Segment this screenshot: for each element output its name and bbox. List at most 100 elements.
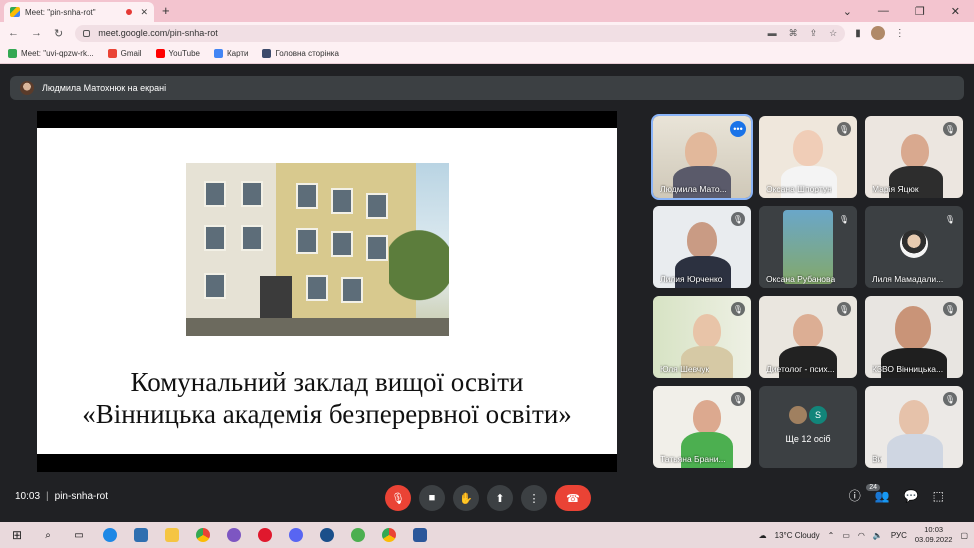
- camera-icon: ■: [428, 492, 436, 504]
- wifi-icon[interactable]: ◠: [858, 531, 865, 540]
- url-bar[interactable]: meet.google.com/pin-snha-rot ▬ ⌘ ⇪ ☆: [75, 24, 846, 42]
- bookmark-meet[interactable]: Meet: "uvi-qpzw-rk...: [8, 49, 94, 58]
- start-button[interactable]: ⊞: [8, 526, 26, 544]
- forward-icon[interactable]: →: [31, 27, 42, 39]
- mic-off-icon: 🎙: [391, 492, 405, 505]
- presenter-banner: Людмила Матохнюк на екрані: [10, 76, 964, 100]
- mic-off-icon: 🎙: [943, 212, 957, 226]
- mic-off-icon: 🎙: [943, 392, 957, 406]
- restore-button[interactable]: ❐: [915, 5, 925, 18]
- people-count-badge: 24: [866, 484, 880, 491]
- participant-name: Оксана Рубанова: [766, 274, 836, 284]
- translate-icon[interactable]: ⌘: [789, 28, 798, 39]
- bookmark-star-icon[interactable]: ☆: [829, 28, 837, 39]
- presenter-label: Людмила Матохнюк на екрані: [42, 83, 167, 93]
- bookmark-label: Карти: [226, 49, 249, 58]
- participant-tile[interactable]: ••• Людмила Мато...: [651, 114, 753, 200]
- chrome-active-icon[interactable]: [380, 526, 398, 544]
- language-indicator[interactable]: РУС: [891, 531, 907, 540]
- search-icon[interactable]: ⌕: [39, 526, 57, 544]
- camera-icon[interactable]: ▬: [768, 28, 777, 39]
- chat-icon[interactable]: 💬: [904, 489, 919, 503]
- folder-icon[interactable]: [163, 526, 181, 544]
- edge-icon[interactable]: [101, 526, 119, 544]
- participant-name: Лилия Юрченко: [660, 274, 723, 284]
- hand-icon: ✋: [459, 492, 473, 505]
- meeting-code: pin-snha-rot: [54, 491, 108, 502]
- present-button[interactable]: ⬆: [487, 485, 513, 511]
- info-icon[interactable]: ⓘ: [849, 487, 861, 504]
- notifications-icon[interactable]: ▢: [960, 531, 968, 540]
- close-window-button[interactable]: ✕: [951, 5, 960, 18]
- tab-strip: Meet: "pin-snha-rot" ✕ + ⌄ — ❐ ✕: [0, 0, 974, 22]
- presentation-stage[interactable]: Комунальний заклад вищої освіти «Вінниць…: [37, 111, 617, 472]
- volume-icon[interactable]: 🔈: [873, 531, 883, 540]
- bookmark-gmail[interactable]: Gmail: [107, 49, 142, 58]
- sidebar-icon[interactable]: ▮: [855, 28, 861, 39]
- participant-tile[interactable]: 🎙 Диетолог - псих...: [759, 296, 857, 378]
- mic-toggle-button[interactable]: 🎙: [385, 485, 411, 511]
- mic-off-icon: 🎙: [837, 122, 851, 136]
- participant-name: Людмила Мато...: [660, 184, 727, 194]
- weather-text[interactable]: 13°C Cloudy: [775, 531, 820, 540]
- new-tab-button[interactable]: +: [162, 3, 170, 18]
- discord-icon[interactable]: [287, 526, 305, 544]
- participant-name: Диетолог - псих...: [766, 364, 835, 374]
- leave-call-button[interactable]: ☎: [555, 485, 591, 511]
- participant-grid: ••• Людмила Мато... 🎙 Оксана Шпортун 🎙 М…: [651, 114, 965, 468]
- bookmark-maps[interactable]: Карти: [213, 49, 249, 58]
- more-options-icon[interactable]: •••: [730, 121, 746, 137]
- chrome-icon[interactable]: [194, 526, 212, 544]
- torrent-icon[interactable]: [349, 526, 367, 544]
- self-tile[interactable]: 🎙 Ви: [865, 386, 963, 468]
- bookmarks-bar: Meet: "uvi-qpzw-rk... Gmail YouTube Карт…: [0, 44, 974, 64]
- taskbar: ⊞ ⌕ ▭ ☁ 13°C Cloudy ⌃ ▭ ◠ 🔈 РУС 10:03 03…: [0, 522, 974, 548]
- more-participants-tile[interactable]: S Ще 12 осіб: [759, 386, 857, 468]
- url-text[interactable]: meet.google.com/pin-snha-rot: [98, 28, 218, 38]
- hang-up-icon: ☎: [566, 492, 580, 505]
- activities-icon[interactable]: ⬚: [933, 489, 944, 503]
- raise-hand-button[interactable]: ✋: [453, 485, 479, 511]
- menu-icon[interactable]: ⋮: [895, 28, 905, 39]
- mic-off-icon: 🎙: [837, 212, 851, 226]
- ccleaner-icon[interactable]: [318, 526, 336, 544]
- battery-icon[interactable]: ▭: [842, 531, 850, 540]
- address-toolbar: ← → ↻ meet.google.com/pin-snha-rot ▬ ⌘ ⇪…: [0, 22, 974, 44]
- chevron-up-icon[interactable]: ⌃: [828, 531, 835, 540]
- clock[interactable]: 10:03 03.09.2022: [915, 525, 953, 545]
- clock-date: 03.09.2022: [914, 535, 953, 544]
- participant-tile[interactable]: 🎙 Лилия Юрченко: [653, 206, 751, 288]
- participant-tile[interactable]: 🎙 Оксана Шпортун: [759, 116, 857, 198]
- mic-off-icon: 🎙: [731, 302, 745, 316]
- tab-search-icon[interactable]: ⌄: [843, 5, 852, 18]
- bookmark-home[interactable]: Головна сторінка: [262, 49, 339, 58]
- participant-tile[interactable]: 🎙 КЗВО Вінницька...: [865, 296, 963, 378]
- participant-tile[interactable]: 🎙 Татьяна Брани...: [653, 386, 751, 468]
- profile-avatar[interactable]: [870, 26, 885, 40]
- share-icon[interactable]: ⇪: [810, 28, 818, 39]
- back-icon[interactable]: ←: [8, 27, 19, 39]
- opera-icon[interactable]: [256, 526, 274, 544]
- participant-tile[interactable]: 🎙 Юля Шевчук: [653, 296, 751, 378]
- participant-tile[interactable]: 🎙 Марія Яцюк: [865, 116, 963, 198]
- gmail-icon: [107, 49, 117, 58]
- explorer-icon[interactable]: [132, 526, 150, 544]
- browser-tab[interactable]: Meet: "pin-snha-rot" ✕: [4, 2, 154, 22]
- bookmark-youtube[interactable]: YouTube: [155, 49, 200, 58]
- task-view-icon[interactable]: ▭: [70, 526, 88, 544]
- tab-title: Meet: "pin-snha-rot": [25, 7, 96, 17]
- tab-close-icon[interactable]: ✕: [140, 7, 148, 18]
- present-icon: ⬆: [495, 492, 505, 505]
- word-icon[interactable]: [411, 526, 429, 544]
- reload-icon[interactable]: ↻: [54, 27, 63, 40]
- mic-off-icon: 🎙: [731, 392, 745, 406]
- participant-tile[interactable]: 🎙 Лиля Мамадали...: [865, 206, 963, 288]
- participant-name: Оксана Шпортун: [766, 184, 832, 194]
- avatar: [900, 230, 928, 258]
- participant-tile[interactable]: 🎙 Оксана Рубанова: [759, 206, 857, 288]
- more-options-button[interactable]: ⋮: [521, 485, 547, 511]
- lock-icon[interactable]: [83, 29, 91, 37]
- viber-icon[interactable]: [225, 526, 243, 544]
- camera-toggle-button[interactable]: ■: [419, 485, 445, 511]
- minimize-button[interactable]: —: [878, 5, 889, 17]
